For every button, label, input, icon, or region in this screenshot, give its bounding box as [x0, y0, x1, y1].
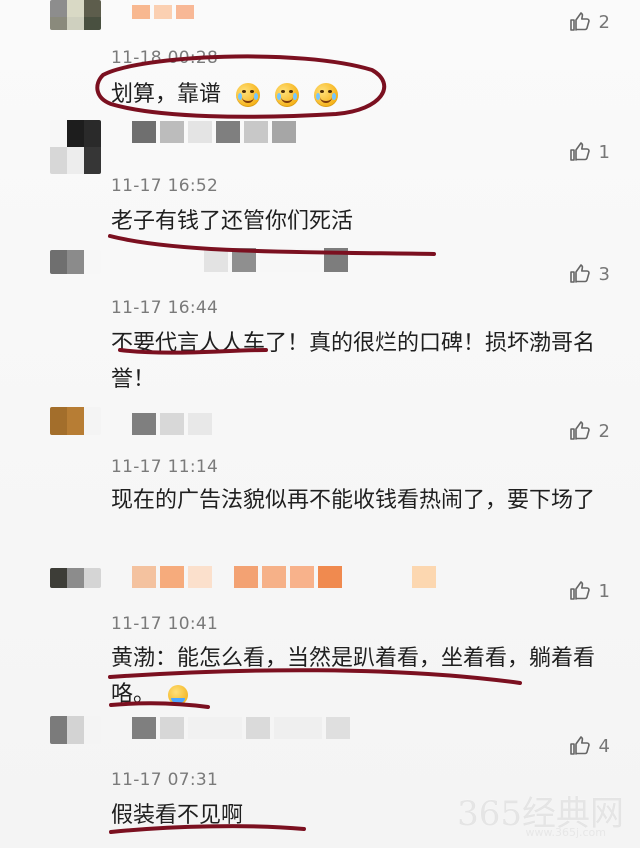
comment-time: 11-17 10:41 [111, 614, 219, 634]
shrug-emoji-icon [168, 685, 189, 705]
like-count: 4 [598, 735, 610, 757]
like-button[interactable]: 1 [567, 140, 610, 164]
like-button[interactable]: 3 [567, 262, 610, 286]
thumbs-up-icon [569, 264, 590, 283]
thumbs-up-icon [569, 142, 590, 161]
laughing-emoji-icon [236, 83, 261, 107]
username-masked [132, 716, 350, 740]
watermark-sub: www.365j.com [525, 826, 606, 839]
comment-text-content: 划算，靠谱 [111, 82, 222, 107]
like-count: 1 [598, 580, 610, 602]
comment-time: 11-17 16:44 [111, 298, 219, 318]
like-button[interactable]: 1 [567, 579, 610, 603]
like-count: 1 [598, 141, 610, 163]
avatar [50, 407, 101, 435]
comment-screen: 2 11-18 00:28 划算，靠谱 1 11-17 16:52 老子有钱了还… [0, 0, 640, 848]
username-masked [132, 120, 296, 144]
avatar [50, 120, 101, 174]
thumbs-up-icon [569, 581, 590, 600]
comment-text: 黄渤：能怎么看，当然是趴着看，坐着看，躺着看咯。 [111, 641, 601, 713]
thumbs-up-icon [569, 421, 590, 440]
avatar [50, 716, 101, 744]
like-count: 2 [598, 420, 610, 442]
thumbs-up-icon [569, 736, 590, 755]
laughing-emoji-icon [275, 83, 300, 107]
comment-time: 11-18 00:28 [111, 48, 219, 68]
like-count: 2 [598, 11, 610, 33]
like-button[interactable]: 2 [567, 419, 610, 443]
username-masked [132, 0, 194, 24]
comment-text: 划算，靠谱 [111, 77, 601, 113]
like-button[interactable]: 2 [567, 10, 610, 34]
like-count: 3 [598, 263, 610, 285]
comment-time: 11-17 11:14 [111, 457, 219, 477]
comment-time: 11-17 16:52 [111, 176, 219, 196]
avatar [50, 568, 101, 588]
like-button[interactable]: 4 [567, 734, 610, 758]
username-masked [132, 565, 436, 589]
username-masked [204, 248, 348, 272]
username-masked [132, 412, 212, 436]
laughing-emoji-icon [314, 83, 339, 107]
comment-text: 不要代言人人车了！真的很烂的口碑！损坏渤哥名誉！ [111, 331, 596, 392]
comment-text: 现在的广告法貌似再不能收钱看热闹了，要下场了 [111, 488, 596, 513]
comment-time: 11-17 07:31 [111, 770, 219, 790]
comment-text: 老子有钱了还管你们死活 [111, 209, 354, 234]
avatar [50, 0, 101, 30]
thumbs-up-icon [569, 12, 590, 31]
avatar [50, 250, 101, 274]
